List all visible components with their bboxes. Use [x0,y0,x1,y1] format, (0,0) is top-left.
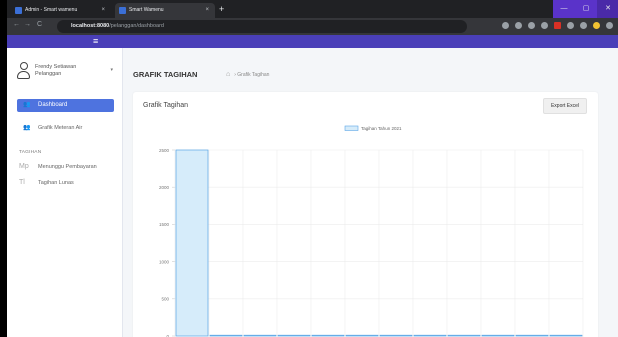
sidebar-item-label: Menunggu Pembayaran [38,164,97,170]
extension-icon[interactable] [528,22,535,29]
chart-card: Grafik Tagihan Export Excel 0 500 1000 1500… [133,92,598,337]
app-topbar: ≡ [7,35,618,48]
breadcrumb: ⌂ › Grafik Tagihan [226,70,269,80]
url-host: localhost:8080 [71,23,110,29]
chevron-down-icon[interactable]: ▾ [110,67,113,73]
sidebar-item-label: Tagihan Lunas [38,180,74,186]
sidebar: Frendy Setiawan Pelanggan ▾ 👥 Dashboard … [7,48,123,337]
extension-icon[interactable] [554,22,561,29]
minimize-button[interactable]: — [553,0,575,18]
menu-toggle-icon[interactable]: ≡ [93,36,98,47]
bar [311,334,345,337]
new-tab-button[interactable]: + [219,4,224,14]
browser-window: Admin - Smart wamenu × Smart Wamenu × + … [6,0,618,337]
puzzle-icon[interactable] [580,22,587,29]
y-tick-label: 1000 [159,259,170,264]
tab-title: Smart Wamenu [129,7,164,13]
bar [175,149,209,337]
extension-icons [502,22,613,29]
legend-swatch [344,125,359,131]
forward-button[interactable]: → [24,21,31,28]
close-window-button[interactable]: ✕ [597,0,618,18]
translate-icon[interactable] [502,22,509,29]
star-icon[interactable] [515,22,522,29]
page-title: GRAFIK TAGIHAN [133,70,198,79]
home-icon[interactable]: ⌂ [226,70,230,79]
y-tick-label: 2000 [159,185,170,190]
y-tick-label: 500 [161,297,169,302]
card-title: Grafik Tagihan [143,102,189,109]
bar [413,334,447,337]
close-tab-icon[interactable]: × [205,3,209,18]
sidebar-item-dashboard[interactable]: 👥 Dashboard [17,99,114,112]
close-tab-icon[interactable]: × [101,3,105,18]
user-icon [17,62,30,81]
maximize-button[interactable]: ▢ [575,0,597,18]
url-path: /pelanggan/dashboard [109,23,164,29]
extension-icon[interactable] [567,22,574,29]
people-icon: 👥 [23,125,31,131]
bar [515,334,549,337]
sidebar-item-label: Grafik Meteran Air [38,125,83,131]
favicon-icon [15,7,22,14]
main-content: GRAFIK TAGIHAN ⌂ › Grafik Tagihan Grafik … [123,48,618,337]
back-button[interactable]: ← [13,21,20,28]
profile-avatar[interactable] [593,22,600,29]
url-input[interactable]: localhost:8080/pelanggan/dashboard [57,20,467,33]
tab-strip: Admin - Smart wamenu × Smart Wamenu × + … [7,0,618,18]
sidebar-item-label: Dashboard [38,102,68,108]
bar [379,334,413,337]
tab-smart-wamenu[interactable]: Smart Wamenu × [115,3,215,18]
sidebar-section-heading: TAGIHAN [19,150,42,155]
favicon-icon [119,7,126,14]
bar [481,334,515,337]
bar [243,334,277,337]
sidebar-item-tagihan-lunas[interactable]: Tl Tagihan Lunas [17,177,114,189]
tab-admin[interactable]: Admin - Smart wamenu × [11,3,111,18]
bar [209,334,243,337]
address-bar: ← → C localhost:8080/pelanggan/dashboard [7,18,618,35]
bar [447,334,481,337]
breadcrumb-current: Grafik Tagihan [237,71,270,78]
y-tick-label: 2500 [159,148,170,153]
bar [345,334,379,337]
sidebar-item-grafik-meteran[interactable]: 👥 Grafik Meteran Air [17,122,114,134]
reload-button[interactable]: C [37,21,42,28]
tab-title: Admin - Smart wamenu [25,7,78,13]
user-panel[interactable]: Frendy Setiawan Pelanggan ▾ [17,62,117,86]
user-name: Frendy Setiawan Pelanggan [35,64,77,77]
bar [549,334,583,337]
window-controls: — ▢ ✕ [553,0,618,18]
y-tick-label: 1500 [159,222,170,227]
bar [277,334,311,337]
sidebar-item-abbr: Mp [19,163,29,170]
extension-icon[interactable] [541,22,548,29]
sidebar-item-abbr: Tl [19,179,25,186]
legend-label: Tagihan Tahun 2021 [361,126,402,131]
people-icon: 👥 [23,102,31,108]
export-excel-button[interactable]: Export Excel [543,98,587,114]
bar-chart: 05001000150020002500JanuariFebruariMaret… [159,125,584,337]
sidebar-item-menunggu-pembayaran[interactable]: Mp Menunggu Pembayaran [17,161,114,173]
more-menu-icon[interactable] [606,22,613,29]
